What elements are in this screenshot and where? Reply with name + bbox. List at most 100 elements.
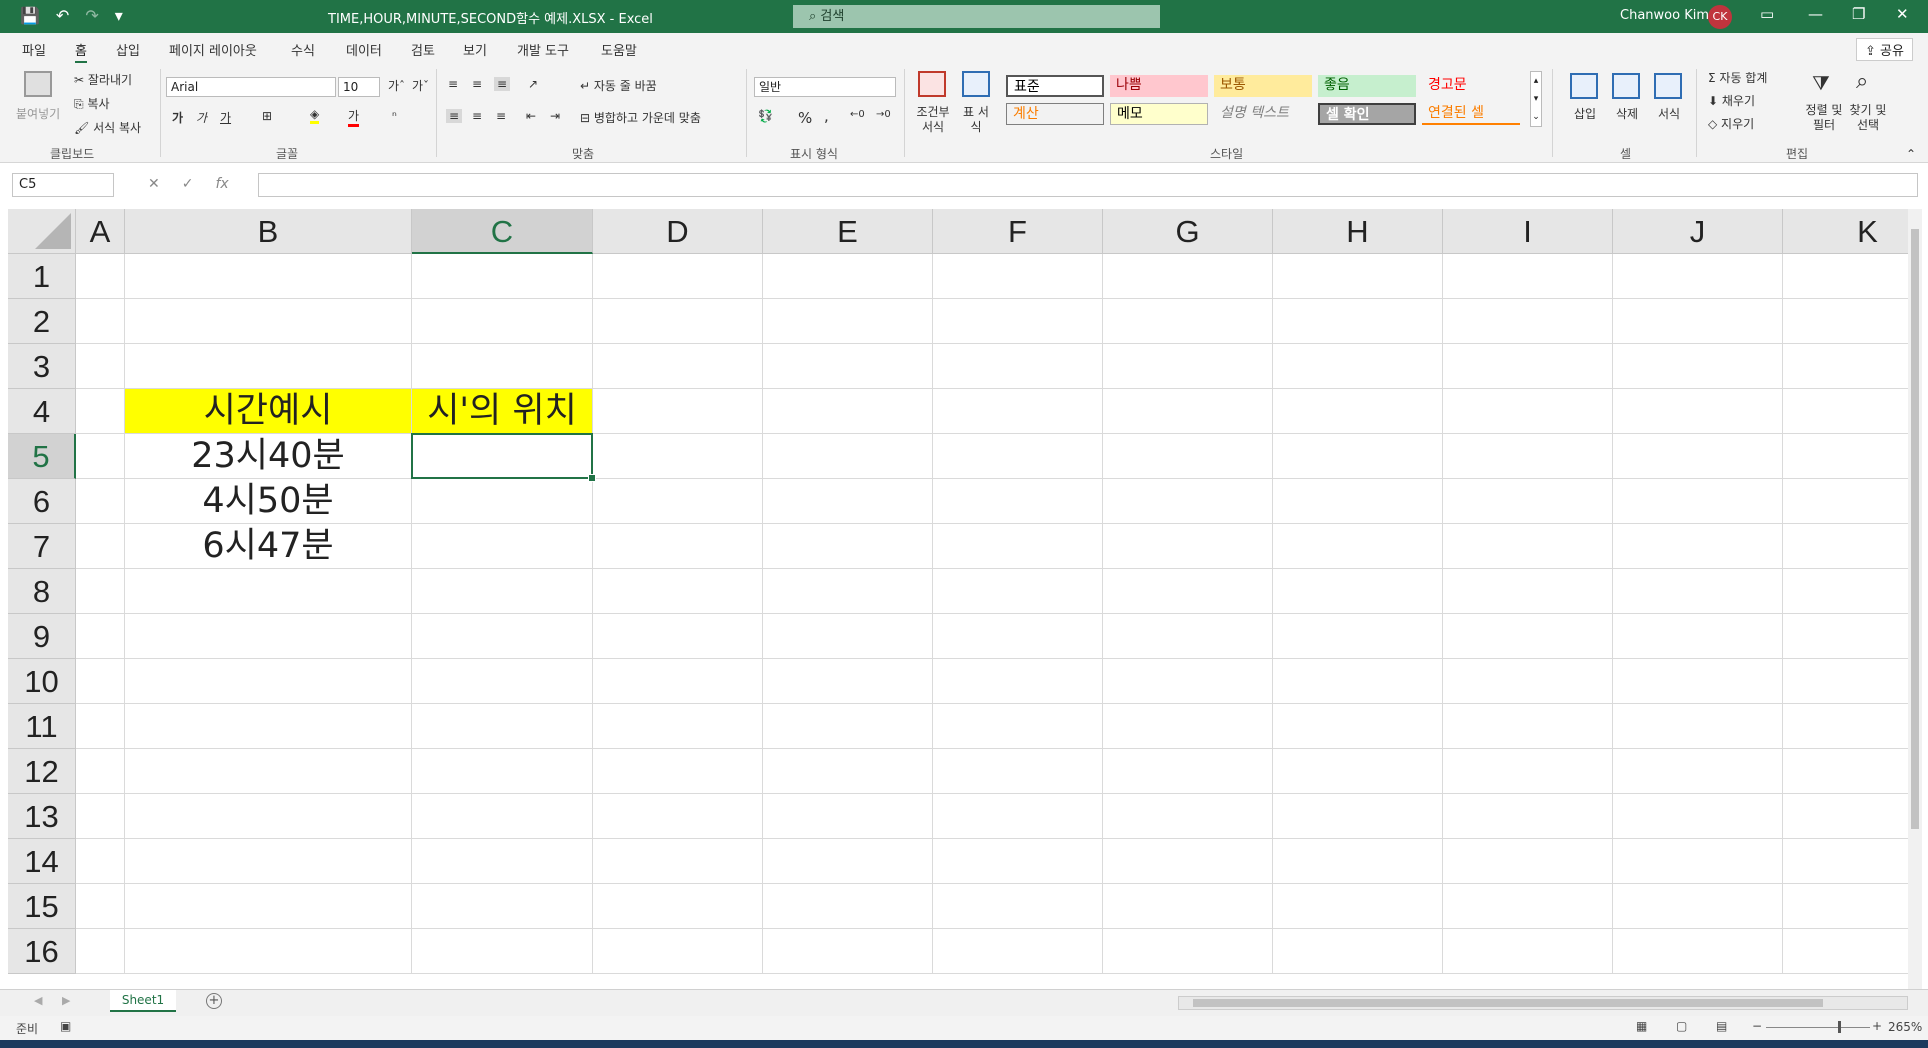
font-family-select[interactable]: Arial (166, 77, 336, 97)
redo-icon[interactable]: ↷ (85, 6, 98, 26)
avatar[interactable]: CK (1708, 5, 1732, 29)
tab-home[interactable]: 홈 (75, 40, 87, 63)
wrap-text-button[interactable]: ↵ 자동 줄 바꿈 (580, 77, 657, 94)
cell-style-7[interactable]: 설명 텍스트 (1214, 103, 1312, 125)
page-break-view-icon[interactable]: ▤ (1716, 1019, 1727, 1033)
row-header-7[interactable]: 7 (8, 524, 76, 569)
align-center-icon[interactable]: ≡ (472, 109, 482, 123)
collapse-ribbon-icon[interactable]: ⌃ (1906, 147, 1916, 161)
save-icon[interactable]: 💾 (20, 6, 40, 26)
cell-style-9[interactable]: 연결된 셀 (1422, 103, 1520, 125)
merge-center-button[interactable]: ⊟ 병합하고 가운데 맞춤 (580, 109, 701, 126)
align-bottom-icon[interactable]: ≡ (494, 77, 511, 91)
format-as-table-button[interactable]: 표 서식 (958, 105, 994, 135)
formula-input[interactable] (258, 173, 1918, 197)
row-header-6[interactable]: 6 (8, 479, 76, 524)
next-sheet-icon[interactable]: ▶ (62, 994, 70, 1007)
decrease-decimal-icon[interactable]: →0 (876, 109, 891, 120)
tab-view[interactable]: 보기 (463, 40, 487, 59)
cell-style-6[interactable]: 메모 (1110, 103, 1208, 125)
search-box[interactable]: ⌕ 검색 (793, 5, 1160, 28)
column-header-h[interactable]: H (1273, 209, 1443, 254)
underline-button[interactable]: 가 (220, 109, 231, 126)
format-painter-button[interactable]: 🖌 서식 복사 (74, 119, 141, 136)
grow-font-icon[interactable]: 가ˆ (388, 77, 405, 94)
align-left-icon[interactable]: ≡ (446, 109, 463, 123)
delete-cells-button[interactable]: 삭제 (1616, 105, 1638, 122)
insert-cells-button[interactable]: 삽입 (1574, 105, 1596, 122)
gallery-scroll[interactable]: ▴ ▾ ⌄ (1530, 71, 1542, 127)
cell-style-4[interactable]: 경고문 (1422, 75, 1520, 97)
comma-button[interactable]: , (824, 107, 829, 125)
zoom-slider[interactable] (1766, 1021, 1870, 1033)
number-format-select[interactable]: 일반 (754, 77, 896, 97)
cell-style-5[interactable]: 계산 (1006, 103, 1104, 125)
normal-view-icon[interactable]: ▦ (1636, 1019, 1647, 1033)
horizontal-scrollbar[interactable] (1178, 996, 1908, 1010)
font-color-icon[interactable]: 가 (348, 107, 360, 127)
minimize-icon[interactable]: — (1808, 5, 1823, 23)
sheet-tab-sheet1[interactable]: Sheet1 (110, 990, 176, 1012)
select-all-corner[interactable] (8, 209, 76, 254)
column-header-f[interactable]: F (933, 209, 1103, 254)
percent-button[interactable]: % (798, 109, 812, 127)
paste-icon[interactable] (24, 71, 52, 97)
row-header-15[interactable]: 15 (8, 884, 76, 929)
shrink-font-icon[interactable]: 가ˇ (412, 77, 429, 94)
row-header-14[interactable]: 14 (8, 839, 76, 884)
tab-developer[interactable]: 개발 도구 (517, 40, 569, 59)
sort-filter-button[interactable]: 정렬 및 필터 (1804, 103, 1844, 133)
conditional-format-button[interactable]: 조건부 서식 (912, 105, 954, 135)
row-header-9[interactable]: 9 (8, 614, 76, 659)
row-header-3[interactable]: 3 (8, 344, 76, 389)
cell-b5[interactable]: 23시40분 (125, 434, 411, 478)
column-header-d[interactable]: D (593, 209, 763, 254)
active-cell-selection[interactable] (411, 433, 596, 482)
find-select-button[interactable]: 찾기 및 선택 (1848, 103, 1888, 133)
format-cells-icon[interactable] (1654, 73, 1682, 99)
customize-qat-icon[interactable]: ▾ (115, 6, 123, 26)
row-header-10[interactable]: 10 (8, 659, 76, 704)
cell-style-1[interactable]: 나쁨 (1110, 75, 1208, 97)
column-header-i[interactable]: I (1443, 209, 1613, 254)
format-cells-button[interactable]: 서식 (1658, 105, 1680, 122)
zoom-in-icon[interactable]: + (1872, 1019, 1882, 1033)
format-as-table-icon[interactable] (962, 71, 990, 97)
border-icon[interactable]: ⊞ (262, 109, 272, 123)
ribbon-display-icon[interactable]: ▭ (1760, 5, 1774, 23)
insert-function-icon[interactable]: fx (215, 176, 228, 192)
zoom-level[interactable]: 265% (1888, 1020, 1922, 1034)
cell-style-2[interactable]: 보통 (1214, 75, 1312, 97)
find-icon[interactable]: ⌕ (1856, 69, 1868, 94)
font-size-select[interactable]: 10 (338, 77, 380, 97)
worksheet-grid[interactable]: A B C D E F G H I J K 1 2 3 4 5 6 7 8 9 10 11 12 13 14 15 16 시간예시 시'… (8, 209, 1908, 989)
autosum-button[interactable]: Σ 자동 합계 (1708, 69, 1767, 86)
orientation-icon[interactable]: ↗ (528, 77, 538, 91)
name-box[interactable]: C5 (12, 173, 114, 197)
cell-b6[interactable]: 4시50분 (125, 479, 411, 523)
zoom-slider-knob[interactable] (1838, 1021, 1841, 1033)
prev-sheet-icon[interactable]: ◀ (34, 994, 42, 1007)
paste-button[interactable]: 붙여넣기 (16, 105, 60, 122)
column-header-g[interactable]: G (1103, 209, 1273, 254)
cell-style-3[interactable]: 좋음 (1318, 75, 1416, 97)
page-layout-view-icon[interactable]: ▢ (1676, 1019, 1687, 1033)
column-header-b[interactable]: B (125, 209, 412, 254)
tab-file[interactable]: 파일 (22, 40, 46, 59)
row-header-5[interactable]: 5 (8, 434, 76, 479)
italic-button[interactable]: 가 (196, 109, 207, 126)
column-header-c[interactable]: C (412, 209, 593, 254)
column-header-j[interactable]: J (1613, 209, 1783, 254)
cancel-icon[interactable]: ✕ (148, 176, 160, 192)
align-top-icon[interactable]: ≡ (448, 77, 458, 91)
accessibility-icon[interactable]: ▣ (60, 1019, 71, 1033)
row-header-16[interactable]: 16 (8, 929, 76, 974)
bold-button[interactable]: 가 (172, 109, 183, 126)
delete-cells-icon[interactable] (1612, 73, 1640, 99)
tab-review[interactable]: 검토 (411, 40, 435, 59)
increase-decimal-icon[interactable]: ←0 (850, 109, 865, 120)
conditional-format-icon[interactable] (918, 71, 946, 97)
zoom-out-icon[interactable]: − (1752, 1019, 1762, 1033)
increase-indent-icon[interactable]: ⇥ (550, 109, 560, 123)
column-header-e[interactable]: E (763, 209, 933, 254)
